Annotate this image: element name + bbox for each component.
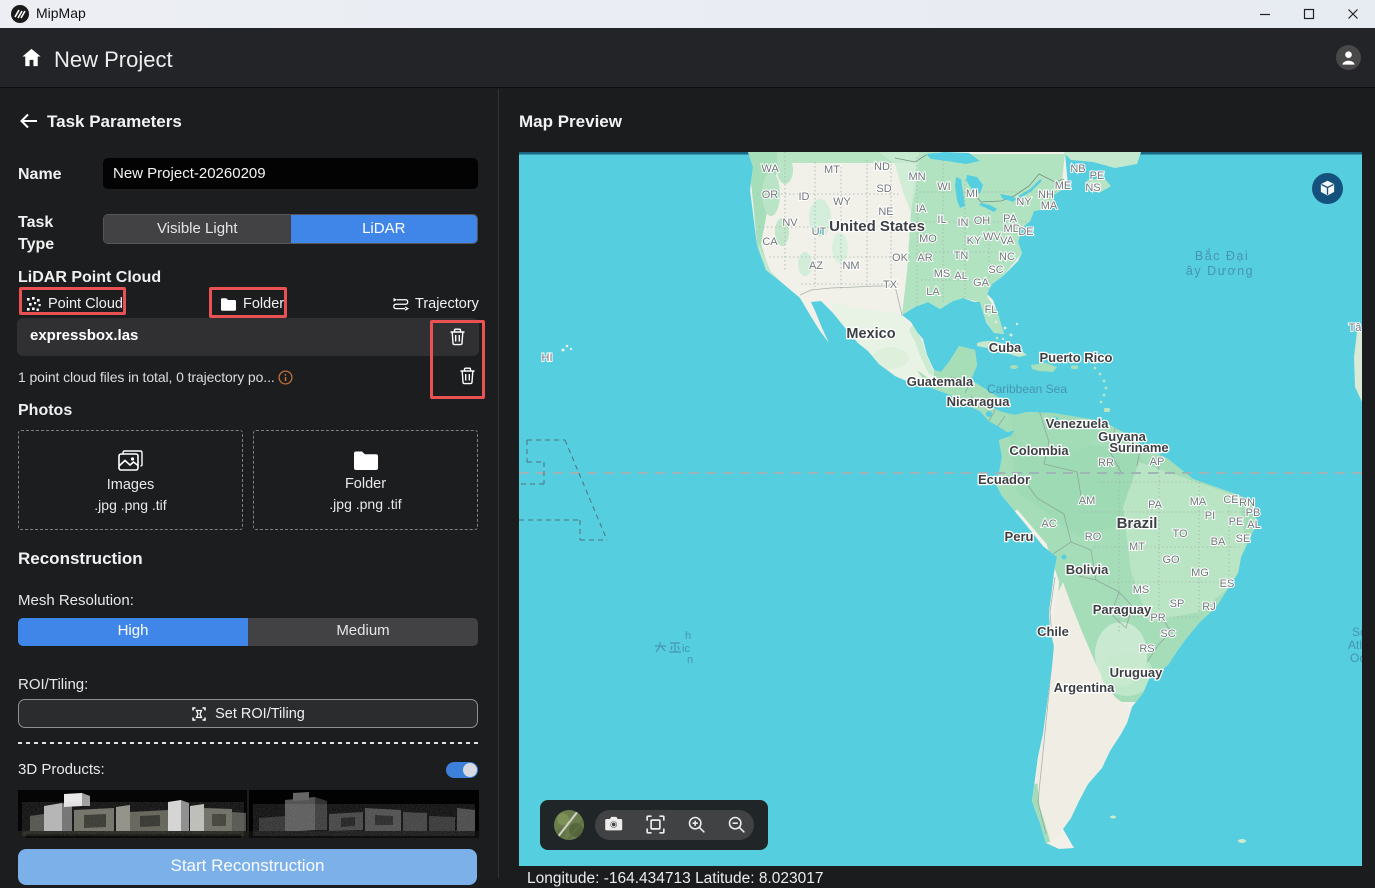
svg-text:RR: RR [1098,457,1114,469]
svg-text:WA: WA [761,163,779,175]
svg-text:Ecuador: Ecuador [978,472,1030,487]
svg-text:SE: SE [1236,533,1251,545]
svg-text:MI: MI [966,188,978,200]
svg-text:NS: NS [1085,182,1100,194]
svg-text:UT: UT [812,226,827,238]
svg-text:CA: CA [762,236,778,248]
svg-text:MO: MO [919,233,937,245]
svg-text:OR: OR [762,189,779,201]
svg-text:IN: IN [958,217,969,229]
svg-text:DE: DE [1018,226,1033,238]
svg-text:United States: United States [829,218,925,235]
svg-text:SC: SC [1160,628,1175,640]
svg-text:Guatemala: Guatemala [907,374,974,389]
svg-text:RO: RO [1085,531,1102,543]
svg-text:CE: CE [1223,494,1238,506]
svg-text:NC: NC [999,251,1015,263]
svg-text:AC: AC [1041,518,1056,530]
svg-text:Chile: Chile [1037,624,1069,639]
svg-text:So: So [1352,625,1362,639]
svg-text:AR: AR [917,252,932,264]
svg-text:Colombia: Colombia [1009,443,1069,458]
svg-text:GA: GA [973,277,990,289]
svg-text:PB: PB [1246,507,1261,519]
svg-text:GO: GO [1162,554,1180,566]
svg-text:Argentina: Argentina [1054,680,1115,695]
svg-text:Suriname: Suriname [1109,440,1168,455]
svg-text:Atla: Atla [1348,638,1362,652]
svg-text:PE: PE [1090,170,1105,182]
svg-text:MS: MS [1133,584,1150,596]
svg-text:Mexico: Mexico [846,326,895,342]
svg-text:Bắc Đại: Bắc Đại [1195,248,1249,263]
svg-text:AZ: AZ [809,260,823,272]
svg-text:TN: TN [954,250,969,262]
svg-text:MN: MN [908,171,925,183]
svg-text:SD: SD [876,183,891,195]
svg-text:OH: OH [974,215,991,227]
svg-text:n: n [687,654,693,666]
svg-text:Nicaragua: Nicaragua [947,394,1011,409]
svg-text:Brazil: Brazil [1117,515,1158,532]
svg-text:Oce: Oce [1350,651,1362,665]
svg-text:RS: RS [1139,643,1154,655]
svg-text:AP: AP [1150,456,1165,468]
svg-text:TO: TO [1172,528,1188,540]
svg-text:LA: LA [926,286,940,298]
svg-text:MA: MA [1041,200,1058,212]
svg-text:OK: OK [892,252,909,264]
svg-text:ây Dương: ây Dương [1186,264,1254,278]
svg-text:NE: NE [878,206,893,218]
svg-text:MT: MT [1129,541,1145,553]
svg-text:Uruguay: Uruguay [1110,665,1164,680]
svg-text:MA: MA [1190,496,1207,508]
svg-text:WV: WV [983,231,1001,243]
svg-text:Caribbean Sea: Caribbean Sea [987,382,1067,396]
svg-text:IL: IL [937,214,946,226]
svg-text:AL: AL [954,270,967,282]
svg-text:PR: PR [1150,612,1165,624]
svg-text:MT: MT [824,164,840,176]
svg-text:VA: VA [1000,235,1015,247]
svg-text:MG: MG [1191,567,1209,579]
svg-text:MS: MS [934,268,951,280]
svg-text:KY: KY [967,235,982,247]
svg-text:PI: PI [1205,510,1215,522]
svg-text:Cuba: Cuba [989,340,1022,355]
svg-text:ND: ND [874,161,890,173]
svg-text:ES: ES [1220,578,1235,590]
svg-text:Paraguay: Paraguay [1093,602,1152,617]
svg-text:PA: PA [1148,499,1163,511]
svg-text:IA: IA [916,203,927,215]
svg-text:WI: WI [937,181,950,193]
svg-text:AL: AL [1247,519,1260,531]
svg-text:BA: BA [1211,536,1226,548]
svg-text:AM: AM [1079,495,1096,507]
svg-text:Peru: Peru [1005,529,1034,544]
svg-text:PE: PE [1229,516,1244,528]
svg-text:Puerto Rico: Puerto Rico [1040,350,1113,365]
svg-text:SP: SP [1170,598,1185,610]
svg-text:WY: WY [833,196,851,208]
svg-text:NY: NY [1016,196,1032,208]
svg-text:TX: TX [883,279,898,291]
svg-text:FL: FL [985,304,998,316]
svg-text:RJ: RJ [1202,601,1215,613]
svg-text:ME: ME [1055,180,1072,192]
svg-text:Tâ: Tâ [1349,322,1362,334]
svg-text:Bolivia: Bolivia [1066,562,1109,577]
svg-text:NM: NM [842,260,859,272]
svg-text:SC: SC [988,264,1003,276]
svg-text:NV: NV [782,217,798,229]
svg-text:NB: NB [1070,163,1085,175]
svg-text:h: h [685,630,691,642]
svg-text:HI: HI [542,352,553,364]
svg-text:ID: ID [799,191,810,203]
